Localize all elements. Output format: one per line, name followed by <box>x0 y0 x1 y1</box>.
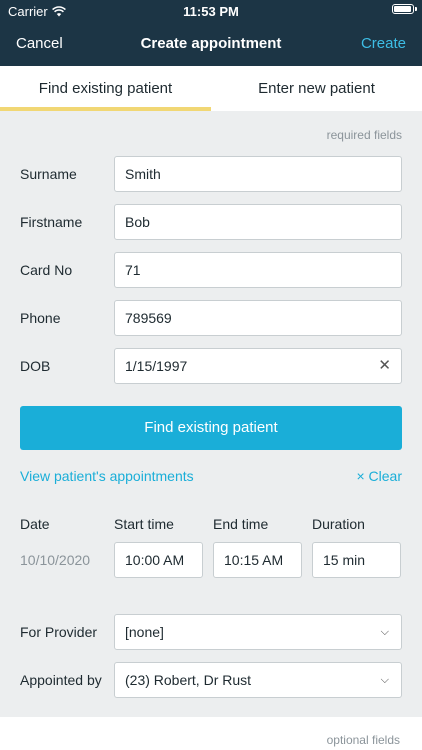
end-time-header: End time <box>213 516 269 532</box>
tab-find-existing-patient[interactable]: Find existing patient <box>0 66 211 111</box>
patient-links: View patient's appointments × Clear <box>20 468 402 484</box>
clear-dob-icon[interactable]: ✕ <box>378 349 391 383</box>
appointed-by-value: (23) Robert, Dr Rust <box>125 672 252 688</box>
phone-row: Phone 789569 <box>20 294 402 342</box>
patient-tabs: Find existing patient Enter new patient <box>0 66 422 111</box>
find-existing-patient-button[interactable]: Find existing patient <box>20 406 402 450</box>
appointed-by-row: Appointed by (23) Robert, Dr Rust ⌵ <box>20 656 402 704</box>
phone-input[interactable]: 789569 <box>114 300 402 336</box>
provider-select[interactable]: [none] ⌵ <box>114 614 402 650</box>
optional-section-header: optional fields <box>0 717 422 750</box>
status-bar: Carrier 11:53 PM <box>0 0 422 22</box>
surname-input[interactable]: Smith <box>114 156 402 192</box>
dob-row: DOB 1/15/1997 ✕ <box>20 342 402 390</box>
card-no-input[interactable]: 71 <box>114 252 402 288</box>
provider-label: For Provider <box>20 624 98 640</box>
chevron-down-icon: ⌵ <box>380 674 389 686</box>
start-time-header: Start time <box>114 516 174 532</box>
status-time: 11:53 PM <box>183 4 239 19</box>
duration-header: Duration <box>312 516 365 532</box>
view-appointments-link[interactable]: View patient's appointments <box>20 468 194 484</box>
battery-fill <box>394 6 411 12</box>
provider-value: [none] <box>125 624 164 640</box>
surname-row: Surname Smith <box>20 150 402 198</box>
card-no-label: Card No <box>20 262 73 278</box>
create-button[interactable]: Create <box>361 35 406 52</box>
battery-icon <box>392 4 417 14</box>
dob-value: 1/15/1997 <box>125 358 188 374</box>
firstname-row: Firstname Bob <box>20 198 402 246</box>
appointment-date: 10/10/2020 <box>20 552 91 568</box>
phone-label: Phone <box>20 310 61 326</box>
provider-row: For Provider [none] ⌵ <box>20 608 402 656</box>
duration-input[interactable]: 15 min <box>312 542 401 578</box>
firstname-label: Firstname <box>20 214 83 230</box>
start-time-input[interactable]: 10:00 AM <box>114 542 203 578</box>
required-fields-note: required fields <box>326 128 402 142</box>
date-header: Date <box>20 516 50 532</box>
form-content: required fields Surname Smith Firstname … <box>0 111 422 704</box>
optional-fields-note: optional fields <box>326 733 400 747</box>
firstname-input[interactable]: Bob <box>114 204 402 240</box>
schedule-row: 10/10/2020 10:00 AM 10:15 AM 15 min <box>20 542 402 578</box>
card-no-row: Card No 71 <box>20 246 402 294</box>
chevron-down-icon: ⌵ <box>380 626 389 638</box>
navigation-bar: Cancel Create appointment Create <box>0 22 422 66</box>
appointed-by-select[interactable]: (23) Robert, Dr Rust ⌵ <box>114 662 402 698</box>
appointed-by-label: Appointed by <box>20 672 102 688</box>
dob-input[interactable]: 1/15/1997 ✕ <box>114 348 402 384</box>
surname-label: Surname <box>20 166 77 182</box>
schedule-headers: Date Start time End time Duration <box>20 516 402 532</box>
dob-label: DOB <box>20 358 51 374</box>
clear-link[interactable]: × Clear <box>356 468 402 484</box>
tab-enter-new-patient[interactable]: Enter new patient <box>211 66 422 111</box>
page-title: Create appointment <box>140 35 282 52</box>
end-time-input[interactable]: 10:15 AM <box>213 542 302 578</box>
